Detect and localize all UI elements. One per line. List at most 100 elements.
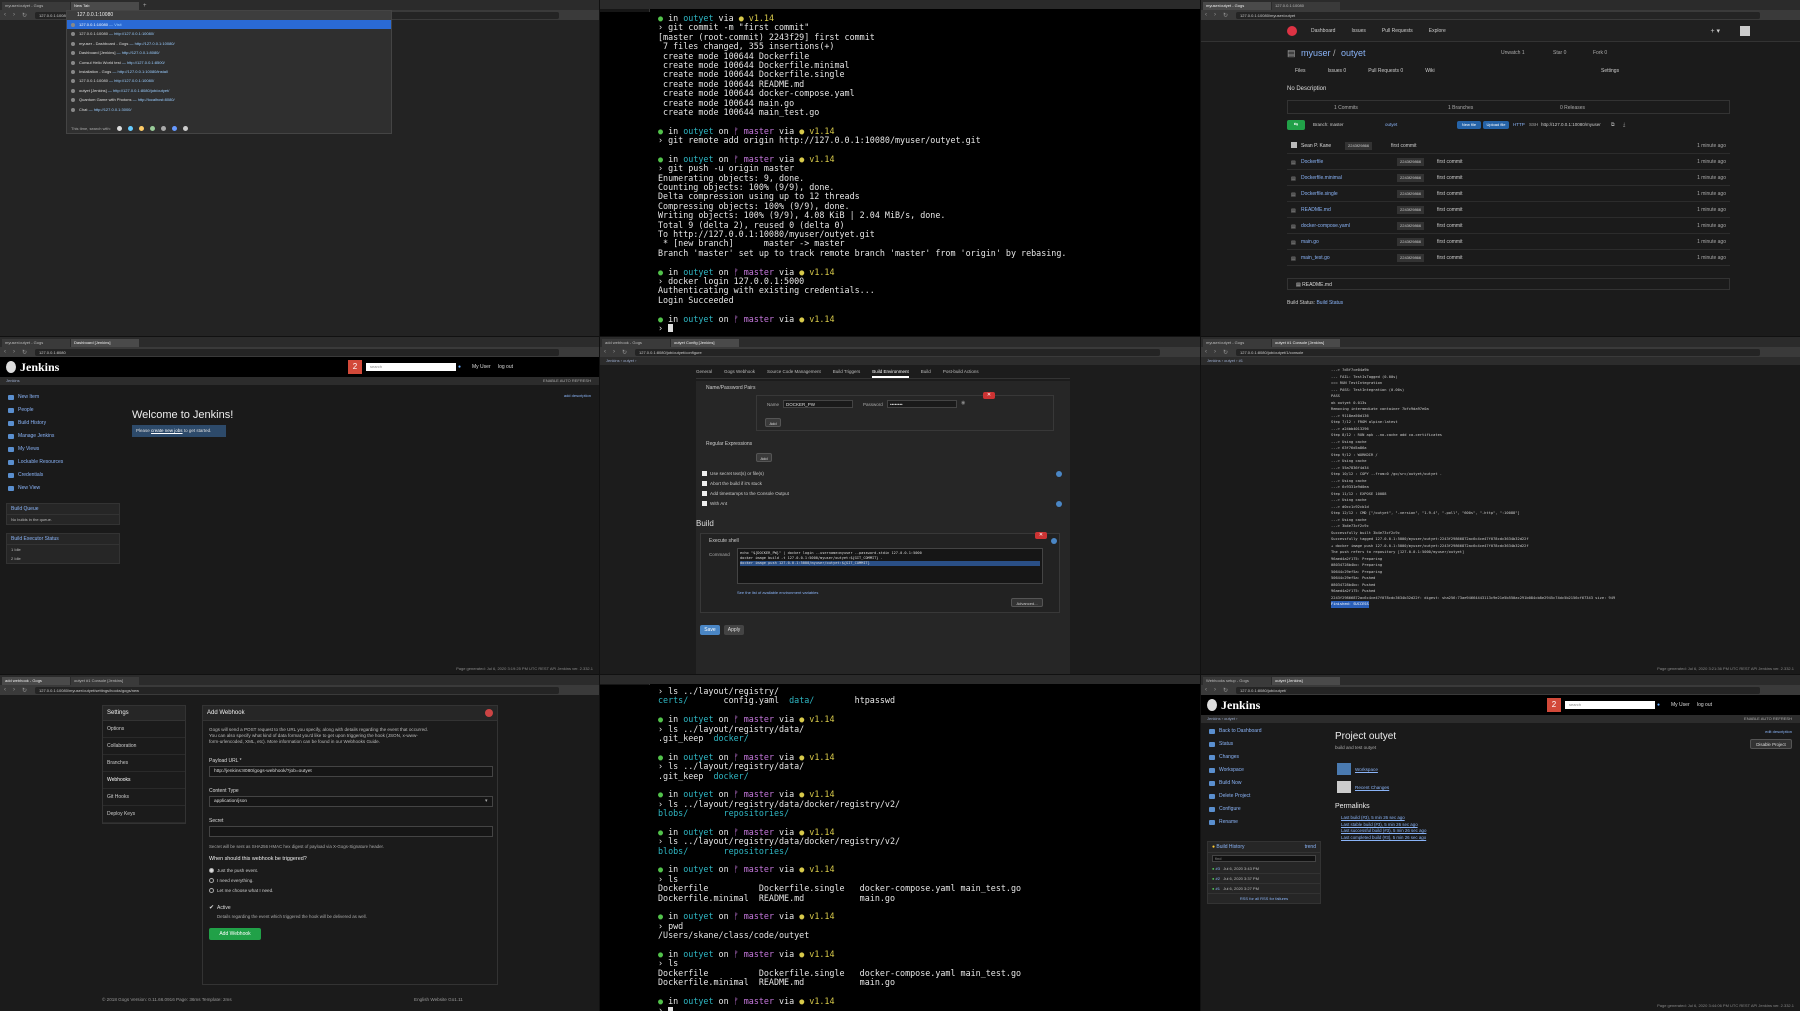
back-icon[interactable]: ‹ [1205,12,1214,18]
help-icon[interactable] [1051,538,1057,544]
commit-sha[interactable]: 2243f29866 [1397,158,1425,166]
url-suggestion-item[interactable]: 127.0.0.1:10080 — http://127.0.0.1:10080… [67,29,391,38]
checkbox[interactable] [702,491,707,497]
tab-jenkins-console[interactable]: outyet #1 Console [Jenkins] [1272,339,1340,347]
url-bar[interactable]: 127.0.0.1:8080 [35,348,559,356]
reload-icon[interactable]: ↻ [1223,687,1232,694]
file-name[interactable]: main.go [1301,234,1319,250]
sidebar-item-workspace[interactable]: Workspace [1207,764,1337,777]
search-engine-icon[interactable] [117,126,122,131]
search-engine-icon[interactable] [172,126,177,131]
file-name[interactable]: Dockerfile.single [1301,186,1338,202]
file-name[interactable]: README.md [1301,202,1331,218]
commit-sha[interactable]: 2243f29866 [1397,222,1425,230]
permalink-item[interactable]: Last completed build (#3), 5 min 26 sec … [1341,835,1426,842]
nav-pull-requests[interactable]: Pull Requests [1382,28,1413,34]
delete-pair-button[interactable]: ✕ [983,392,995,399]
back-icon[interactable]: ‹ [604,349,613,355]
http-button[interactable]: HTTP [1513,122,1525,127]
settings-menu-deploy-keys[interactable]: Deploy Keys [103,806,185,823]
commit-sha[interactable]: 2243f29866 [1397,190,1425,198]
forward-icon[interactable]: › [13,687,22,693]
new-file-button[interactable]: New file [1457,121,1481,129]
commit-sha[interactable]: 2243f29866 [1345,142,1373,150]
tab-wiki[interactable]: Wiki [1425,68,1434,74]
reload-icon[interactable]: ↻ [22,687,31,694]
nav-dashboard[interactable]: Dashboard [1311,28,1335,34]
url-suggestion-item[interactable]: myuser - Dashboard - Gogs — http://127.0… [67,39,391,48]
download-icon[interactable]: ⤓ [1623,122,1625,128]
notification-badge[interactable]: 2 [348,360,362,374]
tab-jenkins-project[interactable]: outyet [Jenkins] [1272,677,1340,685]
jenkins-logo[interactable]: Jenkins [1221,698,1260,713]
tab-new[interactable]: New Tab [71,2,139,10]
settings-menu-collaboration[interactable]: Collaboration [103,738,185,755]
tab-files[interactable]: Files [1295,68,1306,74]
workspace-link[interactable]: Workspace [1355,767,1378,772]
commit-message[interactable]: first commit [1437,154,1463,170]
file-name[interactable]: main_test.go [1301,250,1330,266]
repo-owner[interactable]: myuser [1301,48,1331,58]
sidebar-item-new-view[interactable]: New View [6,482,136,495]
terminal-output[interactable]: ● in outyet via ● v1.14 › git commit -m "… [600,12,1200,336]
tab-issues[interactable]: Issues 0 [1328,68,1347,74]
new-tab-icon[interactable]: + [140,2,147,10]
eye-icon[interactable]: ◉ [961,400,965,406]
url-bar[interactable]: 127.0.0.1:8080/job/outyet/ [1236,686,1760,694]
tab-gogs[interactable]: add webhook - Gogs [602,339,670,347]
breadcrumb[interactable]: Jenkins › outyet › #1 [1201,357,1800,365]
sidebar-item-changes[interactable]: Changes [1207,751,1337,764]
radio-button[interactable] [209,878,214,884]
content-type-select[interactable]: application/json [209,796,493,807]
tab-localhost[interactable]: 127.0.0.1:10080 [1272,2,1340,10]
logout-link[interactable]: log out [1697,702,1712,708]
sidebar-item-new-item[interactable]: New Item [6,391,136,404]
settings-menu-git-hooks[interactable]: Git Hooks [103,789,185,806]
sidebar-item-my-views[interactable]: My Views [6,443,136,456]
plus-icon[interactable]: + ▾ [1710,27,1720,35]
config-tab-post-build-actions[interactable]: Post-build Actions [943,369,979,378]
search-engine-icon[interactable] [161,126,166,131]
command-textarea[interactable]: echo "${DOCKER_PW}" | docker login --use… [737,548,1043,584]
edit-description-link[interactable]: edit description [1765,729,1792,734]
back-icon[interactable]: ‹ [4,349,13,355]
config-tab-build-triggers[interactable]: Build Triggers [833,369,861,378]
copy-icon[interactable]: ⧉ [1611,122,1615,128]
settings-menu-branches[interactable]: Branches [103,755,185,772]
gogs-footer-links[interactable]: English Website Go1.11 [414,997,463,1002]
star-button[interactable]: Star 0 [1553,50,1566,56]
add-pair-button[interactable]: Add [765,418,781,427]
settings-menu-webhooks[interactable]: Webhooks [103,772,185,789]
repo-name[interactable]: outyet [1341,48,1366,58]
trigger-option[interactable]: I need everything. [209,876,273,886]
logout-link[interactable]: log out [498,364,513,370]
avatar[interactable] [1740,25,1750,36]
commit-message[interactable]: first commit [1437,186,1463,202]
sidebar-item-delete-project[interactable]: Delete Project [1207,790,1337,803]
sidebar-item-credentials[interactable]: Credentials [6,469,136,482]
build-history-row[interactable]: ● #3 Jul 6, 2020 3:43 PM [1208,864,1320,874]
tab-gogs[interactable]: myuser/outyet - Gogs [1203,2,1271,10]
config-tab-build-environment[interactable]: Build Environment [872,369,909,378]
sidebar-item-status[interactable]: Status [1207,738,1337,751]
url-suggestion-item[interactable]: Consul Hello World test — http://127.0.0… [67,58,391,67]
tab-pull-requests[interactable]: Pull Requests 0 [1368,68,1403,74]
file-name[interactable]: Dockerfile [1301,154,1323,170]
tab-gogs[interactable]: myuser/outyet - Gogs [2,2,70,10]
reload-icon[interactable]: ↻ [1223,349,1232,356]
file-name[interactable]: docker-compose.yaml [1301,218,1350,234]
tab-gogs[interactable]: myuser/outyet - Gogs [2,339,70,347]
branches-count[interactable]: 1 Branches [1448,105,1473,111]
url-suggestion-item[interactable]: 127.0.0.1:10080 — http://127.0.0.1:10080… [67,76,391,85]
checkbox[interactable] [702,501,707,507]
build-number[interactable]: #3 [1216,866,1220,871]
rss-links[interactable]: RSS for all RSS for failures [1208,894,1320,903]
url-suggestion-item[interactable]: 127.0.0.1:10080 — Visit [67,20,391,30]
releases-count[interactable]: 0 Releases [1560,105,1585,111]
fork-button[interactable]: Fork 0 [1593,50,1607,56]
compare-button[interactable]: ⇆ [1287,120,1305,130]
tab-gogs-webhook[interactable]: add webhook - Gogs [2,677,70,685]
commit-sha[interactable]: 2243f29866 [1397,206,1425,214]
reload-icon[interactable]: ↻ [622,349,631,356]
help-icon[interactable] [1056,501,1062,507]
